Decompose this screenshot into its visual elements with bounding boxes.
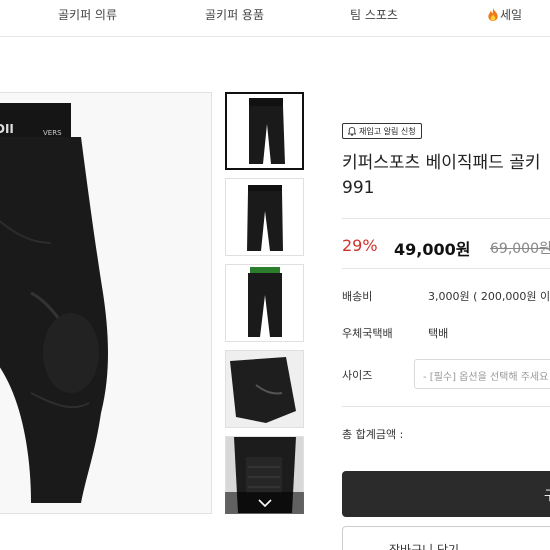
thumbnail-4[interactable] [225,350,304,428]
buy-now-button[interactable]: 구 [342,471,550,517]
size-label: 사이즈 [342,369,373,382]
total-amount-label: 총 합계금액 : [342,428,404,441]
thumbnail-image [226,351,303,427]
pants-image: DII VERS [0,93,211,513]
divider [342,406,550,407]
svg-text:VERS: VERS [43,129,62,137]
main-product-image[interactable]: DII VERS [0,92,212,514]
add-to-cart-label: 장바구니 담기 [389,543,460,550]
fire-icon [488,8,498,21]
thumbnail-1[interactable] [225,92,304,170]
thumbnail-image [226,179,303,255]
delivery-method-label: 우체국택배 [342,327,393,340]
thumbnail-3[interactable] [225,264,304,342]
product-title: 키퍼스포츠 베이직패드 골키 [342,153,541,173]
discount-rate: 29% [342,236,378,255]
size-select[interactable]: - [필수] 옵션을 선택해 주세요 - [414,359,550,389]
shipping-fee-value: 3,000원 ( 200,000원 이상 [428,290,550,303]
delivery-method-value: 택배 [428,327,449,340]
buy-now-label: 구 [544,489,550,504]
nav-item-goalkeeper-apparel[interactable]: 골키퍼 의류 [58,6,117,23]
original-price: 69,000원 [490,241,550,257]
add-to-cart-button[interactable]: 장바구니 담기 [342,526,550,550]
product-title-line2: 991 [342,178,375,198]
shipping-fee-label: 배송비 [342,290,373,303]
restock-alert-button[interactable]: 재입고 알림 신청 [342,123,422,139]
thumbnail-image [227,94,302,168]
top-navigation: 골키퍼 의류 골키퍼 용품 팀 스포츠 세일 [0,0,550,37]
nav-item-sale[interactable]: 세일 [487,6,522,23]
thumbnail-next-button[interactable] [225,492,304,514]
nav-item-sale-label: 세일 [500,8,523,22]
svg-text:DII: DII [0,122,14,136]
thumbnail-image [226,265,303,341]
divider [342,268,550,269]
bell-icon [348,126,356,136]
thumbnail-2[interactable] [225,178,304,256]
restock-alert-label: 재입고 알림 신청 [359,126,416,136]
divider [342,218,550,219]
nav-item-goalkeeper-gear[interactable]: 골키퍼 용품 [205,6,264,23]
sale-price: 49,000원 [394,240,471,259]
nav-item-team-sports[interactable]: 팀 스포츠 [350,6,398,23]
chevron-down-icon [257,499,272,507]
